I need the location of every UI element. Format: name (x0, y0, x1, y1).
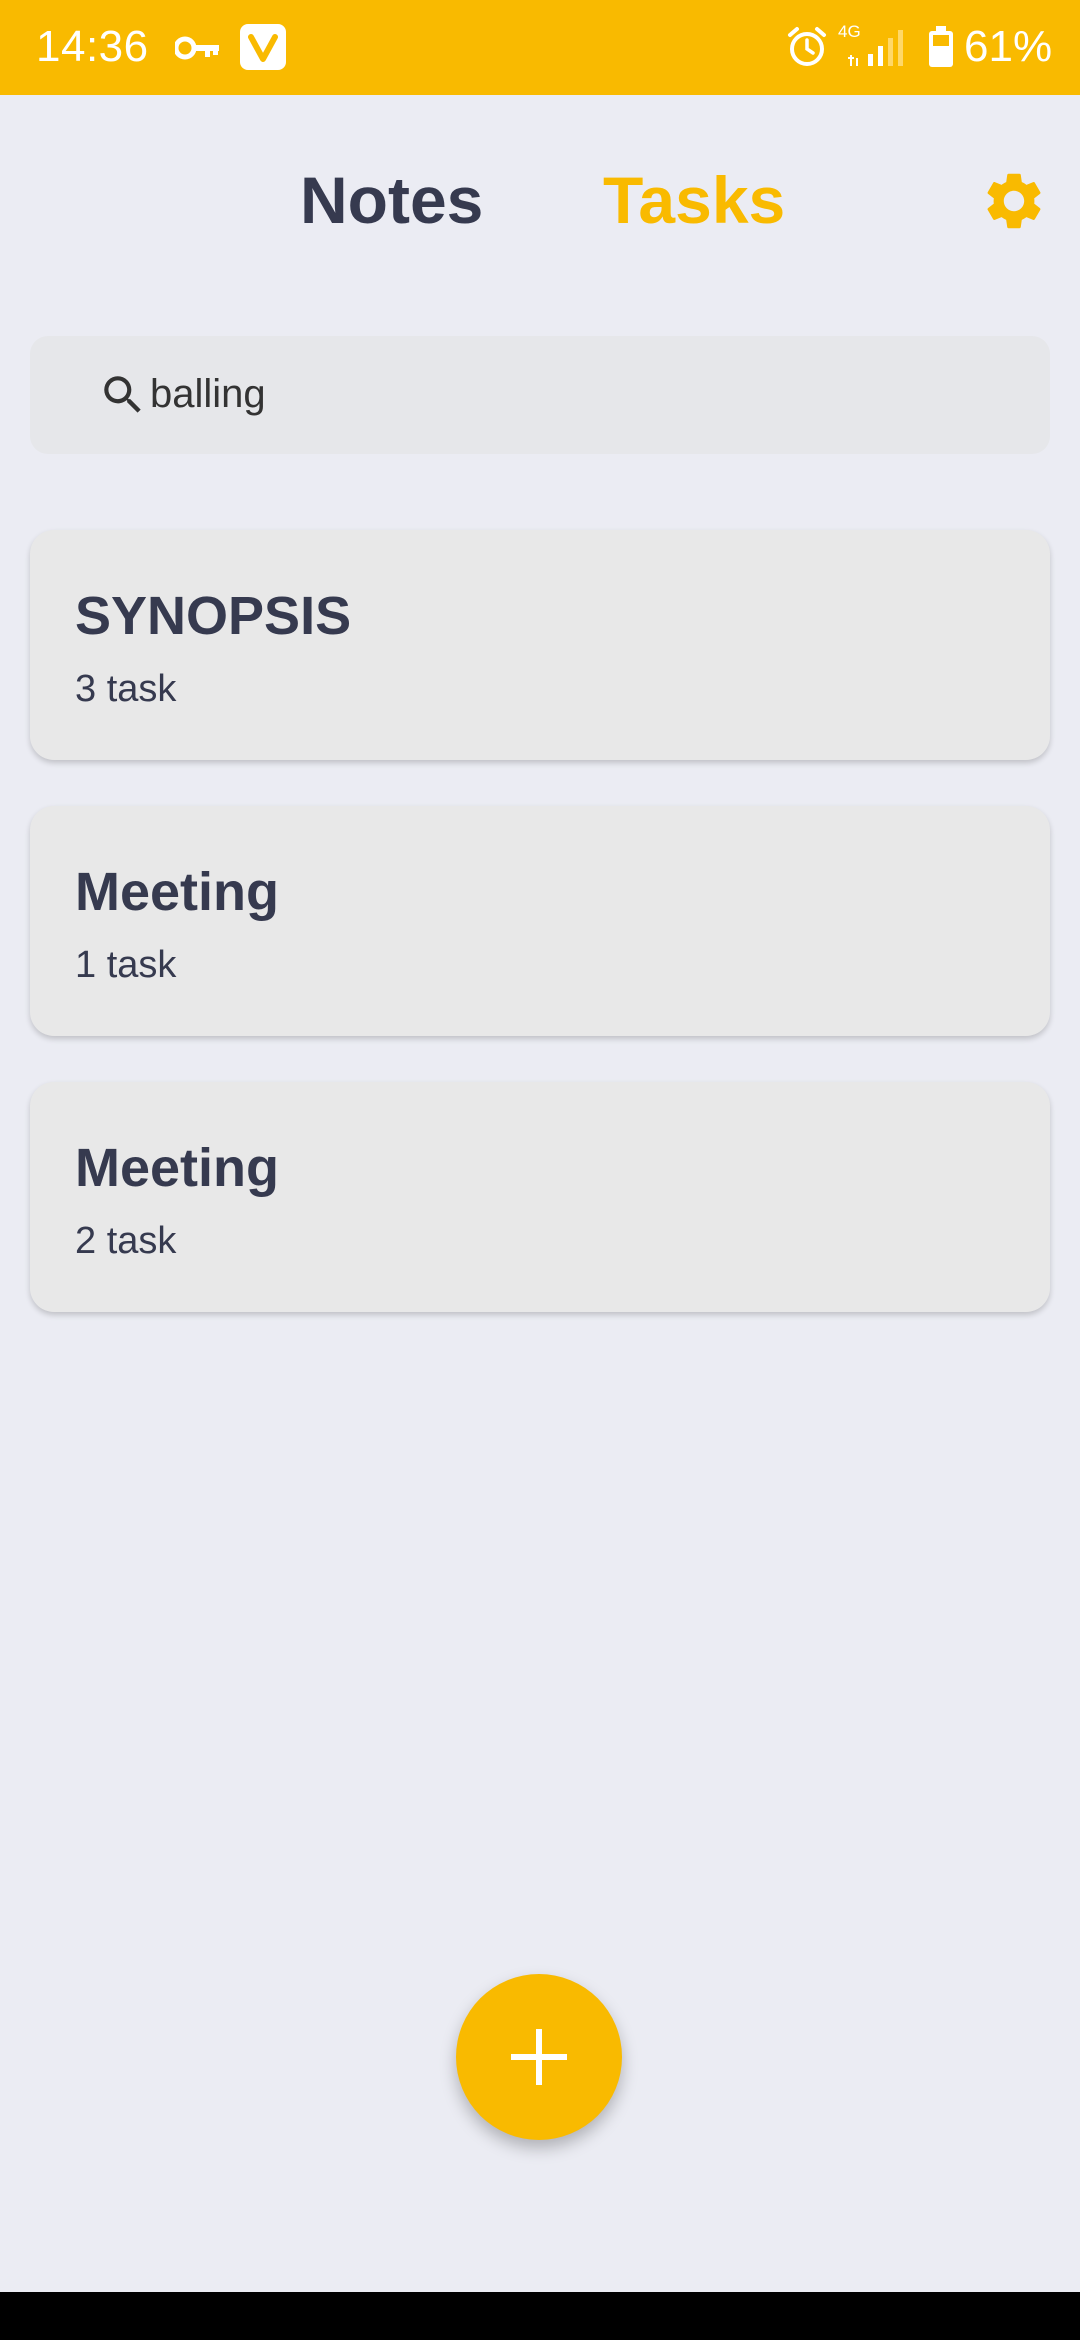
search-input[interactable]: balling (30, 336, 1050, 454)
status-bar: 14:36 4G 61% (0, 0, 1080, 95)
task-list-count: 1 task (75, 944, 177, 986)
v-app-icon (240, 24, 286, 70)
search-icon (104, 376, 141, 413)
system-nav-bar (0, 2292, 1080, 2340)
task-list-title: Meeting (75, 862, 280, 922)
task-list-count: 2 task (75, 1220, 177, 1262)
add-task-button[interactable] (456, 1974, 622, 2140)
task-list-title: Meeting (75, 1138, 280, 1198)
battery-percentage: 61% (964, 22, 1053, 71)
tab-notes[interactable]: Notes (300, 162, 483, 238)
task-list-count: 3 task (75, 668, 177, 710)
key-icon (175, 36, 219, 60)
task-list-card[interactable]: Meeting 2 task (30, 1082, 1050, 1312)
task-list-card[interactable]: SYNOPSIS 3 task (30, 530, 1050, 760)
search-query[interactable]: balling (150, 372, 266, 417)
alarm-icon (788, 27, 826, 66)
plus-icon (511, 2029, 567, 2085)
gear-icon[interactable] (980, 167, 1048, 235)
task-list-card[interactable]: Meeting 1 task (30, 806, 1050, 1036)
tab-tasks[interactable]: Tasks (603, 162, 785, 238)
status-time: 14:36 (36, 22, 149, 71)
task-list-title: SYNOPSIS (75, 586, 352, 646)
battery-icon (929, 26, 953, 67)
signal-icon (848, 30, 903, 66)
